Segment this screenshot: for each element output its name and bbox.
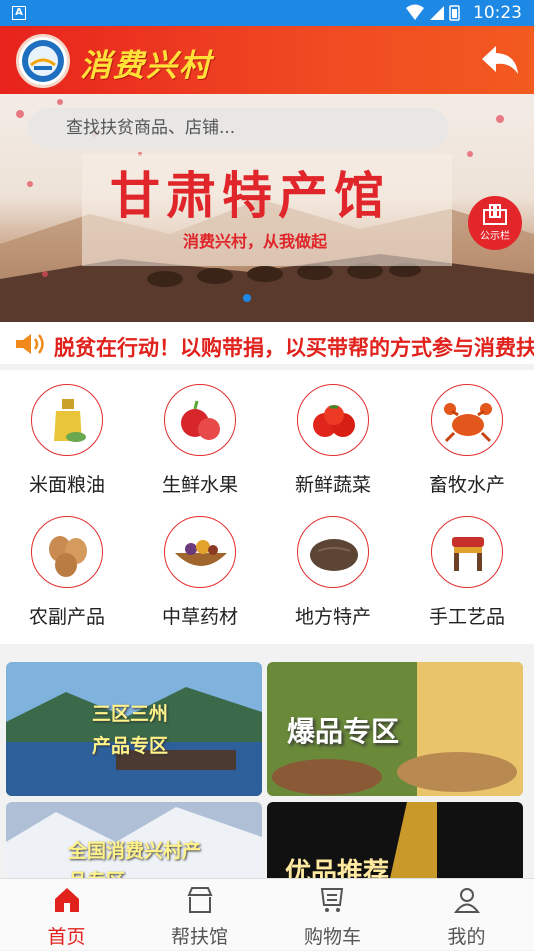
- tomato-icon: [313, 405, 355, 437]
- promo-three-regions[interactable]: 三区三州产品专区: [6, 662, 262, 796]
- news-ticker[interactable]: 脱贫在行动！以购带捐，以买带帮的方式参与消费扶贫: [0, 322, 534, 364]
- back-arrow-icon: [482, 46, 518, 74]
- status-icons: [404, 4, 464, 26]
- promo-label: 爆品专区: [287, 715, 400, 748]
- category-item[interactable]: 畜牧水产: [402, 384, 532, 497]
- speaker-icon: [16, 334, 44, 354]
- app-header: 消费兴村: [0, 26, 534, 94]
- category-item[interactable]: 地方特产: [268, 516, 398, 629]
- category-grid: 米面粮油 生鲜水果 新鲜蔬菜 畜牧水产 农副产品 中草药材 地方特产 手工艺品: [0, 370, 534, 644]
- category-item[interactable]: 中草药材: [135, 516, 265, 629]
- home-icon: [54, 888, 79, 912]
- category-label: 畜牧水产: [428, 474, 505, 496]
- tab-home[interactable]: 首页: [0, 879, 133, 951]
- category-label: 新鲜蔬菜: [294, 474, 371, 496]
- oil-bottle-icon: [54, 399, 86, 442]
- notice-board-button[interactable]: 公示栏: [468, 196, 522, 250]
- shop-icon: [186, 887, 213, 913]
- category-label: 地方特产: [294, 606, 371, 628]
- promo-label: 三区三州产品专区: [92, 703, 169, 757]
- category-label: 中草药材: [161, 606, 238, 628]
- banner-title: 甘肃特产馆: [110, 166, 390, 225]
- tab-label: 帮扶馆: [170, 926, 228, 948]
- notice-label: 公示栏: [480, 231, 510, 242]
- apple-icon: [181, 400, 220, 440]
- tab-assistance-hall[interactable]: 帮扶馆: [133, 879, 266, 951]
- category-label: 农副产品: [28, 606, 105, 628]
- tab-label: 我的: [447, 926, 486, 948]
- category-label: 生鲜水果: [161, 474, 238, 496]
- tab-label: 首页: [47, 926, 86, 948]
- category-item[interactable]: 生鲜水果: [135, 384, 265, 497]
- bottom-tab-bar: 首页 帮扶馆 购物车 我的: [0, 878, 534, 950]
- user-icon: [453, 888, 480, 913]
- cart-icon: [320, 888, 343, 912]
- crab-icon: [444, 403, 492, 443]
- ticker-text: 脱贫在行动！以购带捐，以买带帮的方式参与消费扶贫: [54, 336, 534, 360]
- back-button[interactable]: [480, 42, 520, 78]
- category-item[interactable]: 农副产品: [2, 516, 132, 629]
- category-label: 米面粮油: [28, 474, 105, 496]
- notice-icon: [483, 204, 507, 225]
- clock: 10:23: [473, 3, 522, 23]
- bread-icon: [310, 539, 358, 571]
- tab-profile[interactable]: 我的: [400, 879, 533, 951]
- eggs-icon: [49, 536, 87, 577]
- category-item[interactable]: 手工艺品: [402, 516, 532, 629]
- wifi-battery-icon: [406, 4, 460, 21]
- sim-icon: A: [12, 6, 26, 20]
- tab-label: 购物车: [303, 926, 361, 948]
- app-title: 消费兴村: [80, 48, 212, 84]
- search-input[interactable]: 查找扶贫商品、店铺...: [28, 108, 448, 148]
- status-bar: A 10:23: [0, 0, 534, 26]
- app-logo: [16, 34, 70, 88]
- promo-hot-items[interactable]: 爆品专区: [267, 662, 523, 796]
- tab-cart[interactable]: 购物车: [266, 879, 399, 951]
- banner-subtitle: 消费兴村，从我做起: [183, 232, 328, 251]
- carousel-indicator: [243, 294, 251, 302]
- category-item[interactable]: 米面粮油: [2, 384, 132, 497]
- category-item[interactable]: 新鲜蔬菜: [268, 384, 398, 497]
- category-label: 手工艺品: [428, 606, 505, 628]
- hero-banner[interactable]: 查找扶贫商品、店铺... 公示栏 甘肃特产馆 消费兴村，从我做起: [0, 94, 534, 322]
- herb-basket-icon: [175, 540, 227, 566]
- stool-icon: [452, 537, 484, 571]
